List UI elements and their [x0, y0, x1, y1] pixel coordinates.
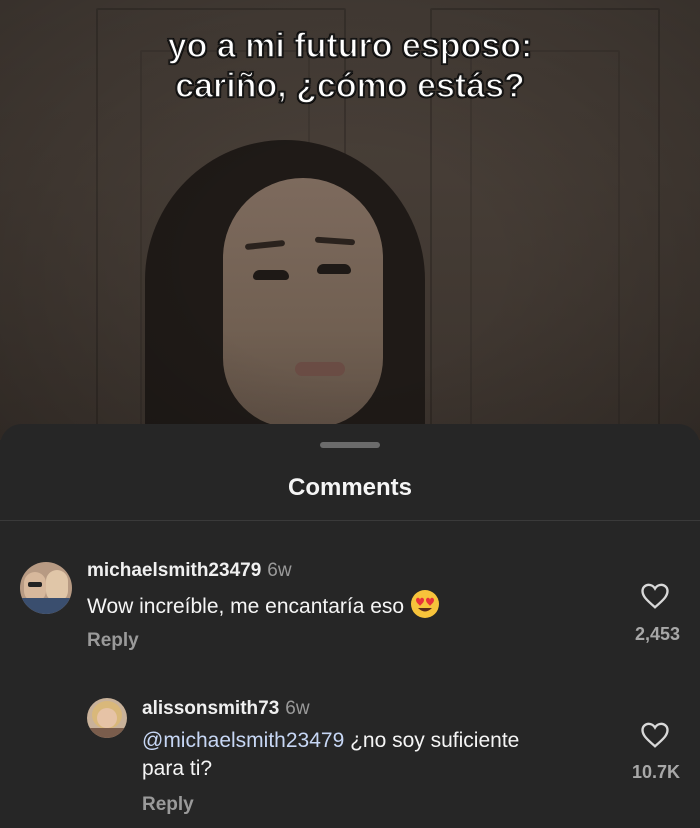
avatar-clothes — [87, 728, 127, 738]
like-count: 10.7K — [631, 762, 680, 782]
video-frame[interactable]: yo a mi futuro esposo: cariño, ¿cómo est… — [0, 0, 700, 440]
comments-sheet: Comments michaelsmith23479 6w Wow increíb… — [0, 424, 700, 828]
comment-body: para ti? — [142, 757, 213, 780]
avatar[interactable] — [87, 698, 127, 738]
heart-icon[interactable] — [640, 720, 670, 750]
comment-time: 6w — [285, 698, 310, 719]
avatar-face — [97, 708, 117, 728]
username-text[interactable]: alissonsmith73 — [142, 698, 279, 719]
mention-link[interactable]: @michaelsmith23479 — [142, 729, 344, 752]
comment-reply-item: alissonsmith73 6w @michaelsmith23479 ¿no … — [0, 424, 700, 828]
caption-line-1: yo a mi futuro esposo: — [167, 26, 533, 66]
video-caption: yo a mi futuro esposo: cariño, ¿cómo est… — [0, 26, 700, 106]
comment-body: ¿no soy suficiente — [344, 729, 520, 752]
comment-username[interactable]: alissonsmith73 6w — [142, 698, 310, 720]
caption-line-2: cariño, ¿cómo estás? — [174, 66, 525, 106]
reply-button[interactable]: Reply — [142, 794, 194, 816]
comment-text: @michaelsmith23479 ¿no soy suficiente pa… — [142, 727, 612, 783]
